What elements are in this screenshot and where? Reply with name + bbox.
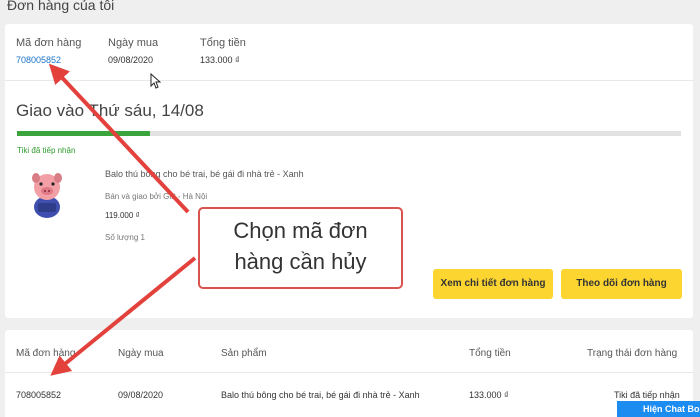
delivery-title: Giao vào Thứ sáu, 14/08 — [16, 101, 204, 120]
table-cell-date: 09/08/2020 — [118, 390, 164, 400]
order-id-label: Mã đơn hàng — [16, 37, 82, 49]
delivery-progress — [17, 131, 681, 136]
table-header-total: Tổng tiền — [469, 348, 511, 359]
delivery-progress-fill — [17, 131, 150, 136]
table-header-date: Ngày mua — [118, 348, 164, 359]
product-quantity: Số lượng 1 — [105, 233, 145, 242]
table-cell-total: 133.000 ₫ — [469, 390, 509, 400]
annotation-callout: Chọn mã đơn hàng cần hủy — [198, 207, 403, 289]
divider — [5, 372, 693, 373]
order-total-value: 133.000 ₫ — [200, 55, 240, 65]
table-header-status: Trạng thái đơn hàng — [587, 348, 678, 359]
order-table: Mã đơn hàng Ngày mua Sản phẩm Tổng tiền … — [5, 330, 693, 417]
table-cell-product: Balo thú bông cho bé trai, bé gái đi nhà… — [221, 390, 420, 400]
page-title: Đơn hàng của tôi — [7, 0, 115, 13]
divider — [5, 80, 693, 81]
mouse-cursor-icon — [150, 73, 161, 89]
order-total-label: Tổng tiền — [200, 37, 246, 49]
product-seller: Bán và giao bởi Gift - Hà Nội — [105, 192, 208, 201]
order-date-value: 09/08/2020 — [108, 55, 154, 65]
table-header-id: Mã đơn hàng — [16, 348, 76, 359]
order-date-label: Ngày mua — [108, 37, 159, 49]
table-cell-order-id-link[interactable]: 708005852 — [16, 390, 61, 400]
delivery-status: Tiki đã tiếp nhận — [17, 146, 76, 155]
order-id-link[interactable]: 708005852 — [16, 55, 61, 65]
view-order-detail-button[interactable]: Xem chi tiết đơn hàng — [433, 269, 553, 299]
product-thumbnail[interactable] — [27, 169, 67, 219]
product-name[interactable]: Balo thú bông cho bé trai, bé gái đi nhà… — [105, 169, 304, 179]
track-order-button[interactable]: Theo dõi đơn hàng — [561, 269, 682, 299]
show-chat-bot-button[interactable]: Hiện Chat Bo — [617, 401, 700, 417]
product-price: 119.000 ₫ — [105, 211, 140, 220]
table-header-product: Sản phẩm — [221, 348, 267, 359]
table-cell-status: Tiki đã tiếp nhận — [614, 390, 680, 400]
callout-line-1: Chọn mã đơn — [233, 218, 368, 243]
callout-line-2: hàng cần hủy — [234, 249, 367, 274]
